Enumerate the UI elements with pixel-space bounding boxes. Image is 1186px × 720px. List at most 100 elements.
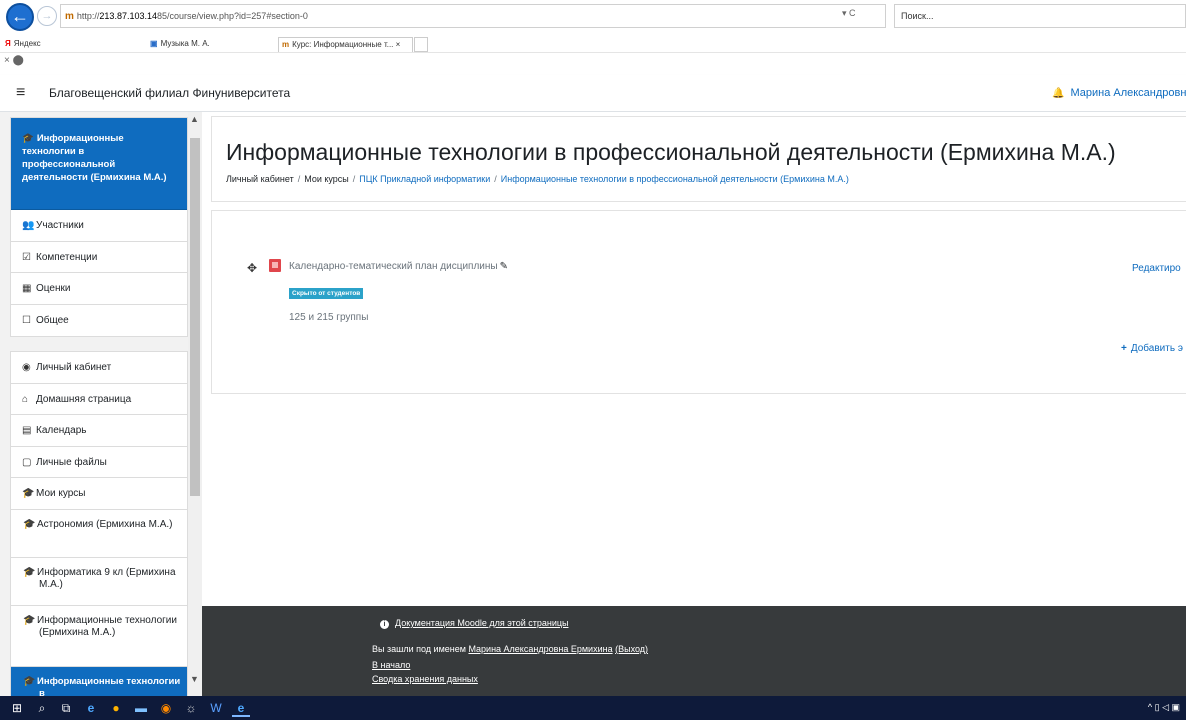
address-bar[interactable]: m http://213.87.103.1485/course/view.php?… — [60, 4, 886, 28]
sidebar-course-astronomy[interactable]: 🎓 Астрономия (Ермихина М.А.) — [11, 510, 187, 558]
sidebar-course-informatics[interactable]: 🎓 Информатика 9 кл (Ермихина М.А.) — [11, 558, 187, 606]
graduation-cap-icon: 🎓 — [23, 614, 36, 626]
dashboard-icon: ◉ — [22, 362, 31, 373]
drawer-gap — [10, 337, 188, 351]
explorer-icon[interactable]: ▬ — [132, 699, 150, 717]
tab-course[interactable]: m Курс: Информационные т... × — [278, 37, 413, 52]
moodle-navbar: ≡ Благовещенский филиал Финуниверситета … — [0, 75, 1186, 112]
user-name: Марина Александровн — [1070, 87, 1186, 99]
course-section-0: ✥ Календарно-тематический план дисциплин… — [211, 210, 1186, 394]
add-activity-link[interactable]: + Добавить э — [1121, 343, 1183, 354]
tab-close-icon[interactable]: × — [396, 40, 401, 49]
checkbox-icon: ☑ — [22, 251, 31, 263]
users-icon: 👥 — [22, 220, 35, 231]
page-title: Информационные технологии в профессионал… — [226, 139, 1116, 165]
user-profile-link[interactable]: Марина Александровна Ермихина — [468, 644, 612, 654]
scroll-up-icon[interactable]: ▲ — [190, 114, 199, 124]
plus-icon: + — [1121, 343, 1127, 354]
folder-icon: ☐ — [22, 314, 31, 326]
course-nav-heading[interactable]: 🎓 Информационные технологии в профессиона… — [11, 118, 187, 210]
task-view-icon[interactable]: ⧉ — [57, 699, 75, 717]
data-retention-link[interactable]: Сводка хранения данных — [372, 674, 478, 684]
course-nav-card: 🎓 Информационные технологии в профессиона… — [10, 117, 188, 337]
url-host: 213.87.103.14 — [99, 11, 157, 21]
edit-menu-link[interactable]: Редактиро — [1132, 263, 1181, 274]
new-tab-button[interactable] — [414, 37, 428, 52]
login-info: Вы зашли под именем Марина Александровна… — [372, 644, 649, 654]
drawer-scrollbar[interactable]: ▲ ▼ — [188, 112, 202, 696]
windows-start-icon[interactable]: ⊞ — [8, 699, 26, 717]
sidebar-item-grades[interactable]: ▦ Оценки — [11, 273, 187, 305]
sidebar-item-private-files[interactable]: ▢ Личные файлы — [11, 447, 187, 478]
word-icon[interactable]: W — [207, 699, 225, 717]
sidebar-item-general[interactable]: ☐ Общее — [11, 305, 187, 337]
breadcrumb-course[interactable]: Информационные технологии в профессионал… — [501, 174, 849, 184]
address-row: ← → m http://213.87.103.1485/course/view.… — [0, 0, 1186, 36]
pencil-icon[interactable]: ✎ — [500, 261, 508, 272]
graduation-cap-icon: 🎓 — [22, 133, 34, 144]
sidebar-item-competencies[interactable]: ☑ Компетенции — [11, 242, 187, 273]
url-scheme: http:// — [76, 11, 100, 21]
url-path: 85/course/view.php?id=257#section-0 — [156, 11, 308, 21]
page-footer: i Документация Moodle для этой страницы В… — [202, 606, 1186, 696]
graduation-cap-icon: 🎓 — [23, 566, 36, 578]
yandex-icon: Я — [5, 39, 11, 48]
scrollbar-thumb[interactable] — [190, 138, 200, 496]
logout-link[interactable]: (Выход) — [615, 644, 648, 654]
home-link[interactable]: В начало — [372, 660, 410, 670]
graduation-cap-icon: 🎓 — [23, 675, 36, 687]
site-name[interactable]: Благовещенский филиал Финуниверситета — [49, 86, 290, 100]
search-icon[interactable]: ⌕ — [33, 699, 51, 717]
command-bar: × ⬤ — [4, 55, 24, 66]
pdf-file-icon — [269, 259, 281, 272]
breadcrumb-separator: / — [494, 174, 497, 184]
sidebar-item-dashboard[interactable]: ◉ Личный кабинет — [11, 352, 187, 384]
ie-icon[interactable]: e — [232, 699, 250, 717]
sidebar-item-home[interactable]: ⌂ Домашняя страница — [11, 384, 187, 415]
breadcrumb-separator: / — [352, 174, 356, 184]
page-header: Информационные технологии в профессионал… — [211, 116, 1186, 202]
windows-taskbar: ⊞ ⌕ ⧉ e ● ▬ ◉ ☼ W e ^ ▯ ◁ ▣ — [0, 696, 1186, 720]
sidebar-course-it-prof[interactable]: 🎓 Информационные технологии в — [11, 666, 187, 696]
user-menu[interactable]: 🔔 Марина Александровн — [1052, 87, 1186, 99]
app-icon[interactable]: ● — [107, 699, 125, 717]
browser-search-input[interactable]: Поиск... — [894, 4, 1186, 28]
move-icon[interactable]: ✥ — [247, 261, 257, 275]
breadcrumb-dashboard[interactable]: Личный кабинет — [226, 174, 294, 184]
hidden-badge: Скрыто от студентов — [289, 288, 364, 299]
file-icon: ▢ — [22, 456, 32, 468]
site-nav-card: ◉ Личный кабинет ⌂ Домашняя страница ▤ Кале… — [10, 351, 188, 696]
info-icon: i — [380, 620, 389, 629]
nav-drawer: 🎓 Информационные технологии в профессиона… — [0, 112, 202, 696]
system-tray[interactable]: ^ ▯ ◁ ▣ — [1148, 702, 1180, 713]
browser-chrome: ← → m http://213.87.103.1485/course/view.… — [0, 0, 1186, 70]
back-button[interactable]: ← — [6, 3, 34, 31]
mail-icon: ▣ — [150, 39, 158, 48]
home-icon: ⌂ — [22, 393, 29, 405]
menu-toggle-icon[interactable]: ≡ — [16, 84, 25, 102]
drawer-content: 🎓 Информационные технологии в профессиона… — [10, 117, 188, 696]
breadcrumb: Личный кабинет / Мои курсы / ПЦК Прикладной … — [226, 174, 849, 184]
breadcrumb-my-courses[interactable]: Мои курсы — [304, 174, 349, 184]
forward-button[interactable]: → — [37, 6, 57, 26]
bell-icon[interactable]: 🔔 — [1052, 88, 1064, 99]
sidebar-item-calendar[interactable]: ▤ Календарь — [11, 415, 187, 447]
graduation-cap-icon: 🎓 — [22, 488, 35, 499]
activity-link[interactable]: Календарно-тематический план дисциплины ✎ — [289, 261, 508, 272]
scroll-down-icon[interactable]: ▼ — [190, 674, 199, 684]
breadcrumb-separator: / — [297, 174, 301, 184]
table-icon: ▦ — [22, 283, 32, 294]
moodle-docs-link[interactable]: i Документация Moodle для этой страницы — [380, 618, 568, 629]
chrome-icon[interactable]: ◉ — [157, 699, 175, 717]
app2-icon[interactable]: ☼ — [182, 699, 200, 717]
breadcrumb-category[interactable]: ПЦК Прикладной информатики — [359, 174, 490, 184]
tab-yandex[interactable]: Я Яндекс — [2, 37, 142, 52]
tab-music[interactable]: ▣ Музыка М. А. — [147, 37, 275, 52]
sidebar-course-it[interactable]: 🎓 Информационные технологии (Ермихина М.А… — [11, 606, 187, 667]
edge-icon[interactable]: e — [82, 699, 100, 717]
tab-strip: Я Яндекс ▣ Музыка М. А. m Курс: Информацион… — [0, 36, 1186, 53]
graduation-cap-icon: 🎓 — [23, 518, 36, 530]
sidebar-item-participants[interactable]: 👥 Участники — [11, 210, 187, 242]
refresh-button[interactable]: ▾ C — [842, 8, 856, 19]
sidebar-item-my-courses[interactable]: 🎓 Мои курсы — [11, 478, 187, 510]
